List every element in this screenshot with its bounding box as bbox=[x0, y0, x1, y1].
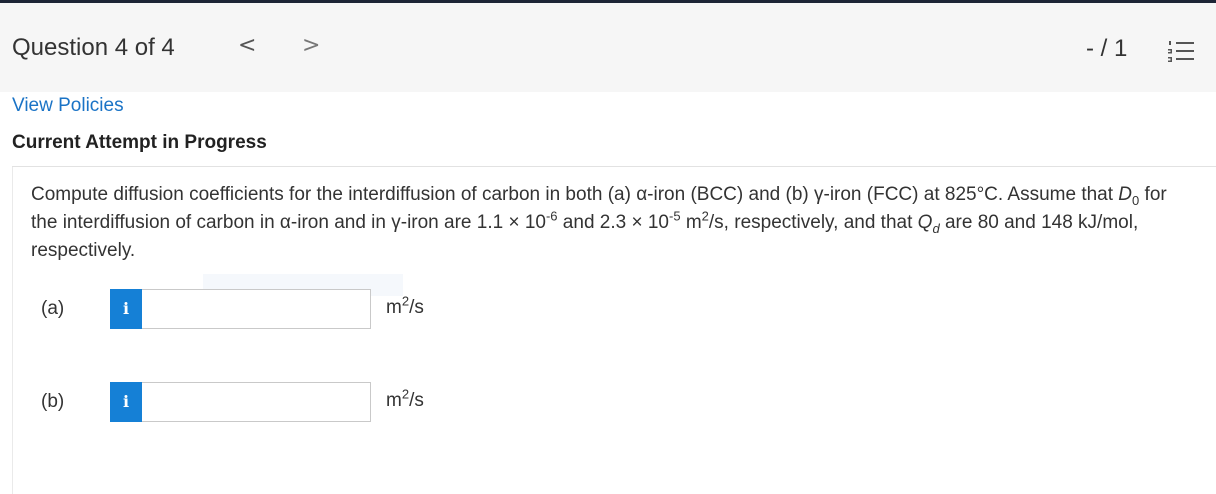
next-question-button[interactable]: > bbox=[302, 33, 320, 58]
unit-label: m2/s bbox=[386, 293, 424, 318]
answer-label: (a) bbox=[41, 298, 65, 319]
answer-input-a[interactable] bbox=[142, 289, 371, 329]
score-display: - / 1 bbox=[1086, 35, 1128, 62]
unit-label: m2/s bbox=[386, 386, 424, 411]
question-counter: Question 4 of 4 bbox=[12, 34, 175, 61]
answer-label: (b) bbox=[41, 391, 65, 412]
answer-row-b: (b) i m2/s bbox=[13, 382, 613, 424]
question-header: Question 4 of 4 < > - / 1 bbox=[0, 3, 1216, 92]
main-content: View Policies Current Attempt in Progres… bbox=[0, 92, 1216, 494]
question-panel: Compute diffusion coefficients for the i… bbox=[12, 167, 1216, 494]
answer-row-a: (a) i m2/s bbox=[13, 289, 613, 331]
info-icon[interactable]: i bbox=[110, 382, 142, 422]
previous-question-button[interactable]: < bbox=[238, 33, 256, 58]
numbered-list-icon[interactable] bbox=[1168, 39, 1194, 63]
answer-input-b[interactable] bbox=[142, 382, 371, 422]
attempt-status: Current Attempt in Progress bbox=[12, 132, 267, 153]
view-policies-link[interactable]: View Policies bbox=[12, 95, 124, 117]
question-text: Compute diffusion coefficients for the i… bbox=[31, 184, 1167, 261]
info-icon[interactable]: i bbox=[110, 289, 142, 329]
